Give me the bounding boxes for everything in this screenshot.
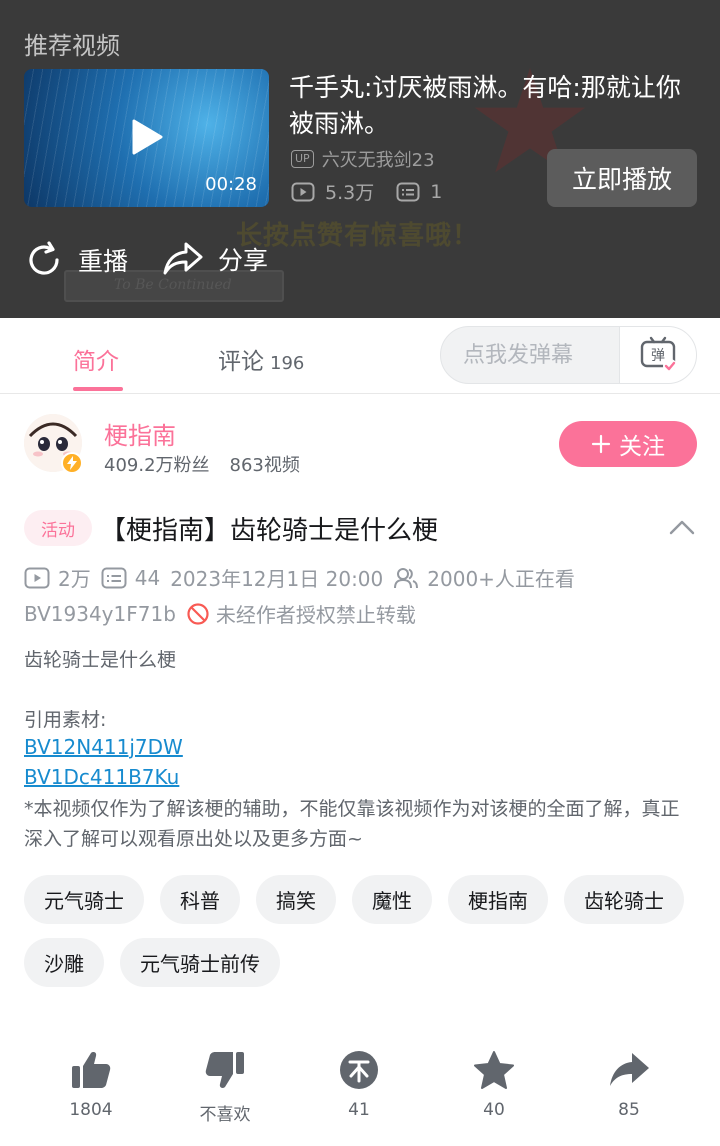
video-danmaku-count: 44 [101,566,160,590]
danmaku-toggle-glyph: 弹 [651,348,665,364]
like-button[interactable]: 1804 [41,1050,141,1120]
video-id-row: BV1934y1F71b 未经作者授权禁止转载 [24,599,416,628]
verified-badge-icon [61,452,83,474]
play-count-icon [24,567,50,588]
replay-label: 重播 [78,247,129,276]
lightning-icon [67,456,77,470]
video-title: 【梗指南】齿轮骑士是什么梗 [100,516,439,546]
uploader-name[interactable]: 梗指南 [104,416,176,451]
tag-chip[interactable]: 搞笑 [256,875,336,924]
coin-count: 41 [348,1100,370,1120]
tag-list: 元气骑士 科普 搞笑 魔性 梗指南 齿轮骑士 沙雕 元气骑士前传 [24,875,696,987]
follow-button[interactable]: 关注 [559,421,697,467]
tab-bar: 简介 评论 196 弹 [0,318,720,394]
share-arrow-icon [163,242,203,275]
recommended-video-title[interactable]: 千手丸:讨厌被雨淋。有哈:那就让你被雨淋。 [289,70,699,142]
tag-chip[interactable]: 元气骑士前传 [120,938,280,987]
tag-chip[interactable]: 齿轮骑士 [564,875,684,924]
references-label: 引用素材: [24,709,107,731]
coin-icon [340,1051,378,1089]
star-icon [474,1051,514,1089]
author-name: 六灭无我剑23 [321,150,435,171]
dislike-label: 不喜欢 [199,1105,251,1125]
tag-chip[interactable]: 梗指南 [448,875,548,924]
share-video-button[interactable]: 分享 [162,240,268,278]
danmaku-icon [396,182,420,201]
share-label: 分享 [218,246,269,275]
share-count: 85 [618,1100,640,1120]
tag-chip[interactable]: 元气骑士 [24,875,144,924]
play-icon [132,119,163,155]
tab-comments-label: 评论 [218,349,264,375]
tab-intro[interactable]: 简介 [73,342,119,376]
video-view-count: 2万 [24,563,91,592]
video-disclaimer: *本视频仅作为了解该梗的辅助，不能仅靠该视频作为对该梗的全面了解，真正深入了解可… [24,798,680,850]
video-count: 863视频 [229,455,300,476]
publish-datetime: 2023年12月1日 20:00 [170,567,384,591]
recommended-video-thumbnail[interactable]: 00:28 [24,69,269,207]
tab-comments[interactable]: 评论 196 [218,342,304,376]
replay-icon [29,241,59,275]
plus-icon [591,434,611,454]
activity-tag[interactable]: 活动 [24,510,92,546]
watching-now: 2000+人正在看 [393,563,575,592]
video-meta-row: 2万 44 2023年12月1日 20:00 2000+人正在看 [24,563,585,592]
danmaku-bar: 弹 [440,326,697,384]
background-arrow-text: To Be Continued [114,277,232,293]
follow-label: 关注 [619,434,665,460]
fans-count: 409.2万粉丝 [104,455,210,476]
danmaku-count: 1 [396,181,442,203]
copyright-notice: 未经作者授权禁止转载 [215,603,416,627]
like-count: 1804 [69,1100,113,1120]
reference-link[interactable]: BV1Dc411B7Ku [24,765,179,789]
danmaku-input[interactable] [441,327,619,383]
tag-chip[interactable]: 魔性 [352,875,432,924]
people-icon [394,567,419,588]
play-count-icon [291,182,315,201]
view-count: 5.3万 [291,178,374,205]
thumbs-down-icon [205,1052,244,1088]
favorite-button[interactable]: 40 [444,1050,544,1120]
end-screen-overlay: 长按点赞有惊喜哦！ To Be Continued 推荐视频 00:28 千手丸… [0,0,720,318]
danmaku-toggle-icon: 弹 [640,336,677,373]
danmaku-toggle-button[interactable]: 弹 [619,327,696,383]
active-tab-indicator [73,387,123,391]
replay-button[interactable]: 重播 [24,240,128,280]
reference-link[interactable]: BV12N411j7DW [24,735,183,759]
play-now-button[interactable]: 立即播放 [547,149,697,207]
thumbs-up-icon [72,1052,111,1088]
favorite-count: 40 [483,1100,505,1120]
uploader-stats: 409.2万粉丝 863视频 [104,451,300,477]
tag-chip[interactable]: 科普 [160,875,240,924]
share-button[interactable]: 85 [579,1050,679,1120]
action-bar: 1804 不喜欢 41 40 85 [0,1050,720,1140]
background-overlay-text: 长按点赞有惊喜哦！ [236,221,480,251]
coin-button[interactable]: 41 [309,1050,409,1120]
chevron-up-icon[interactable] [668,516,696,538]
comment-count: 196 [270,353,305,374]
recommended-video-stats: 5.3万 1 [291,178,464,205]
share-icon [610,1053,649,1086]
video-duration: 00:28 [205,174,257,195]
bvid[interactable]: BV1934y1F71b [24,602,176,626]
no-repost-icon [187,602,209,625]
recommended-section-title: 推荐视频 [24,32,120,60]
recommended-video-author[interactable]: UP 六灭无我剑23 [291,146,435,172]
video-description: 齿轮骑士是什么梗 [24,649,177,671]
dislike-button[interactable]: 不喜欢 [175,1050,275,1125]
tag-chip[interactable]: 沙雕 [24,938,104,987]
up-badge: UP [291,150,314,168]
danmaku-icon [101,567,127,588]
